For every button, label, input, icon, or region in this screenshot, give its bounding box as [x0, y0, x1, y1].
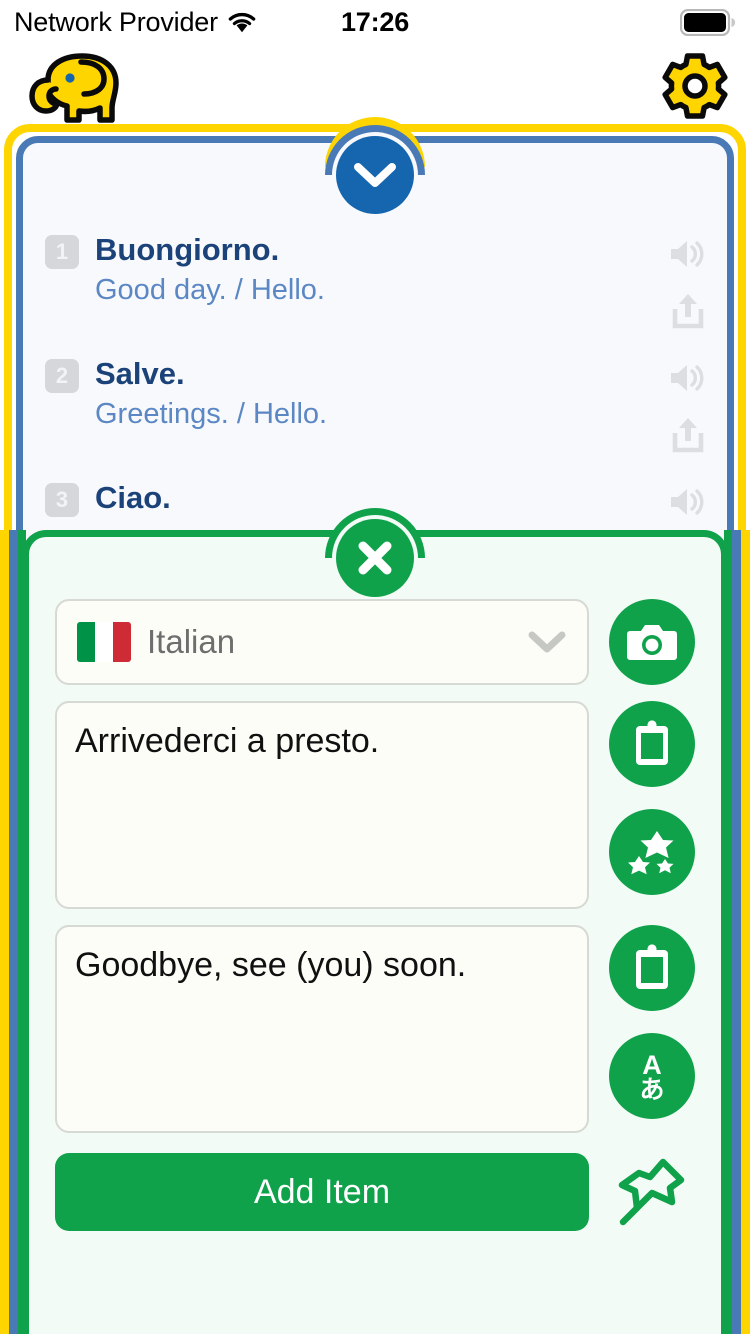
list-item-actions	[667, 229, 709, 331]
list-item-number: 1	[45, 235, 79, 269]
camera-icon	[626, 620, 678, 664]
target-text-input[interactable]: Goodbye, see (you) soon.	[55, 925, 589, 1133]
source-text-row: Arrivederci a presto.	[55, 701, 695, 909]
paste-source-button[interactable]	[609, 701, 695, 787]
language-row: Italian	[55, 599, 695, 685]
svg-text:あ: あ	[639, 1075, 664, 1104]
close-editor-button[interactable]	[325, 508, 425, 597]
language-select[interactable]: Italian	[55, 599, 589, 685]
add-row-buttons	[609, 1149, 695, 1235]
left-edge-stripes	[0, 530, 26, 1334]
share-icon[interactable]	[670, 415, 706, 455]
list-item-term: Buongiorno.	[95, 232, 280, 267]
stripe-yellow	[741, 530, 750, 1334]
battery-full-icon	[680, 8, 736, 36]
translate-button[interactable]: A あ	[609, 1033, 695, 1119]
speaker-icon[interactable]	[667, 237, 709, 271]
item-editor-body: Italian Arrivederci a presto. Goodbye, s…	[29, 537, 721, 1334]
list-item-translation: Greetings. / Hello.	[95, 397, 328, 430]
right-edge-stripes	[724, 530, 750, 1334]
stripe-green	[18, 530, 26, 1334]
close-x-icon[interactable]	[336, 519, 414, 597]
stripe-blue	[732, 530, 741, 1334]
list-item-translation: Good day. / Hello.	[95, 273, 325, 306]
app-screen: Network Provider 17:26 1 Buongiorno. Goo…	[0, 0, 750, 1334]
elephant-logo-icon	[24, 50, 126, 126]
clipboard-icon	[630, 719, 674, 769]
paste-target-button[interactable]	[609, 925, 695, 1011]
translate-icon: A あ	[626, 1048, 678, 1104]
speaker-icon[interactable]	[667, 361, 709, 395]
speaker-icon[interactable]	[667, 485, 709, 519]
target-text-row: Goodbye, see (you) soon. A あ	[55, 925, 695, 1133]
list-item[interactable]: 1 Buongiorno. Good day. / Hello.	[23, 229, 727, 331]
list-item-actions	[667, 353, 709, 455]
list-item-actions	[667, 477, 709, 519]
stripe-blue	[9, 530, 18, 1334]
clipboard-icon	[630, 943, 674, 993]
collapse-list-button[interactable]	[325, 125, 425, 214]
app-header	[0, 44, 750, 132]
list-item-number: 2	[45, 359, 79, 393]
source-text-input[interactable]: Arrivederci a presto.	[55, 701, 589, 909]
status-bar: Network Provider 17:26	[0, 0, 750, 44]
list-item[interactable]: 2 Salve. Greetings. / Hello.	[23, 353, 727, 455]
language-row-buttons	[609, 599, 695, 685]
stars-icon	[626, 827, 678, 877]
add-item-button[interactable]: Add Item	[55, 1153, 589, 1231]
pushpin-icon	[616, 1155, 688, 1229]
status-bar-clock: 17:26	[340, 6, 410, 37]
list-item-texts: Buongiorno. Good day. / Hello.	[95, 229, 667, 310]
camera-button[interactable]	[609, 599, 695, 685]
gear-icon[interactable]	[660, 52, 730, 120]
target-row-buttons: A あ	[609, 925, 695, 1119]
stripe-yellow	[0, 530, 9, 1334]
item-editor-panel: Italian Arrivederci a presto. Goodbye, s…	[22, 530, 728, 1334]
source-row-buttons	[609, 701, 695, 895]
list-item-number: 3	[45, 483, 79, 517]
status-bar-right	[680, 8, 736, 36]
suggestions-button[interactable]	[609, 809, 695, 895]
language-select-value: Italian	[147, 623, 236, 660]
add-item-row: Add Item	[55, 1149, 695, 1235]
list-item-term: Salve.	[95, 356, 185, 391]
chevron-down-icon[interactable]	[336, 136, 414, 214]
list-item-texts: Salve. Greetings. / Hello.	[95, 353, 667, 434]
italy-flag-icon	[77, 622, 131, 662]
stripe-green	[724, 530, 732, 1334]
share-icon[interactable]	[670, 291, 706, 331]
chevron-down-icon	[527, 629, 567, 655]
pin-button[interactable]	[609, 1149, 695, 1235]
